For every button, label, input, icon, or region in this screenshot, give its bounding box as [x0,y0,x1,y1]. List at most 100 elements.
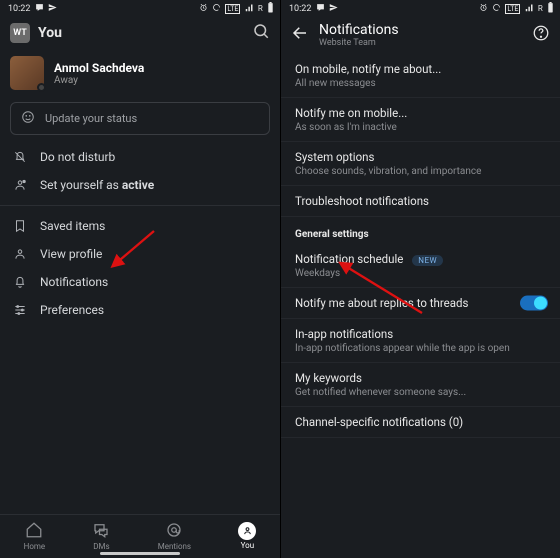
help-icon[interactable] [532,24,550,46]
menu-group-2: Saved items View profile Notifications P… [0,210,280,326]
bell-off-icon [12,150,28,164]
presence-indicator [37,83,46,92]
setting-title: System options [295,150,546,164]
profile-row[interactable]: Anmol Sachdeva Away [0,50,280,96]
nav-dms[interactable]: DMs [92,521,110,551]
clock: 10:22 [8,4,30,14]
presence-text: Away [54,75,144,86]
home-icon [24,521,46,541]
setting-subtitle: In-app notifications appear while the ap… [295,343,546,354]
nav-you[interactable]: You [238,522,256,550]
battery-icon [547,2,554,16]
page-subtitle: Website Team [319,38,399,48]
header: Notifications Website Team [281,18,560,54]
setting-title: In-app notifications [295,327,546,341]
menu-label: Preferences [40,303,104,317]
menu-label: Saved items [40,219,105,233]
setting-schedule[interactable]: Notification schedule NEW Weekdays [281,244,560,288]
setting-title: On mobile, notify me about... [295,62,546,76]
setting-title: Notify me on mobile... [295,106,546,120]
dm-icon [92,521,110,541]
menu-group-1: Do not disturb Set yourself as active [0,141,280,201]
nav-label: Home [24,542,46,551]
setting-subtitle: Get notified whenever someone says... [295,387,546,398]
section-header: General settings [281,217,560,244]
menu-label: Notifications [40,275,108,289]
signal-icon [245,3,254,15]
setting-title: My keywords [295,371,546,385]
setting-subtitle: Weekdays [295,268,546,279]
menu-saved[interactable]: Saved items [0,212,280,240]
menu-notifications[interactable]: Notifications [0,268,280,296]
bottom-nav: Home DMs Mentions You [0,514,280,558]
person-icon [12,247,28,261]
sync-icon [212,3,221,15]
send-icon [329,3,338,15]
divider [0,205,280,206]
status-bar: 10:22 LTE R [281,0,560,18]
screen-you: 10:22 LTE R WT You Anmol Sachdev [0,0,280,558]
menu-view-profile[interactable]: View profile [0,240,280,268]
alarm-icon [199,3,208,15]
nav-mentions[interactable]: Mentions [158,521,191,551]
bookmark-icon [12,219,28,233]
setting-keywords[interactable]: My keywords Get notified whenever someon… [281,363,560,407]
setting-title: Notify me about replies to threads [295,296,546,310]
nav-label: You [241,541,255,550]
menu-preferences[interactable]: Preferences [0,296,280,324]
battery-icon [267,2,274,16]
user-name: Anmol Sachdeva [54,61,144,75]
volte-icon: LTE [225,4,240,14]
toggle-on[interactable] [520,296,548,311]
workspace-badge[interactable]: WT [10,23,30,43]
setting-subtitle: All new messages [295,78,546,89]
nav-label: DMs [93,542,109,551]
setting-subtitle: Choose sounds, vibration, and importance [295,166,546,177]
smile-icon [21,110,35,127]
setting-on-mobile-notify[interactable]: On mobile, notify me about... All new me… [281,54,560,98]
volte-icon: LTE [505,4,520,14]
nav-label: Mentions [158,542,191,551]
header: WT You [0,18,280,50]
sliders-icon [12,303,28,317]
page-title: You [38,25,244,41]
new-badge: NEW [412,255,443,266]
menu-label: Do not disturb [40,150,115,164]
mention-icon [158,521,191,541]
setting-title: Channel-specific notifications (0) [295,415,546,429]
update-status-button[interactable]: Update your status [10,102,270,135]
menu-label: View profile [40,247,102,261]
nav-home[interactable]: Home [24,521,46,551]
setting-subtitle: As soon as I'm inactive [295,122,546,133]
setting-inapp[interactable]: In-app notifications In-app notification… [281,319,560,363]
gesture-bar [100,552,180,555]
menu-label: Set yourself as active [40,178,154,192]
status-placeholder: Update your status [45,112,137,125]
setting-notify-mobile[interactable]: Notify me on mobile... As soon as I'm in… [281,98,560,142]
setting-channel-specific[interactable]: Channel-specific notifications (0) [281,407,560,438]
notif-icon [35,3,44,15]
setting-title: Notification schedule NEW [295,252,546,266]
menu-dnd[interactable]: Do not disturb [0,143,280,171]
sync-icon [492,3,501,15]
back-icon[interactable] [291,24,309,46]
you-badge-icon [238,522,256,540]
alarm-icon [479,3,488,15]
bell-icon [12,275,28,289]
setting-system-options[interactable]: System options Choose sounds, vibration,… [281,142,560,186]
setting-threads[interactable]: Notify me about replies to threads [281,288,560,319]
signal-icon [525,3,534,15]
screen-notifications: 10:22 LTE R Notifications Website Team O… [280,0,560,558]
network-label: R [258,4,263,13]
clock: 10:22 [289,4,311,14]
network-label: R [538,4,543,13]
notif-icon [316,3,325,15]
avatar [10,56,44,90]
search-icon[interactable] [252,22,270,44]
setting-troubleshoot[interactable]: Troubleshoot notifications [281,186,560,217]
page-title: Notifications [319,22,399,38]
send-icon [48,3,57,15]
setting-title: Troubleshoot notifications [295,194,546,208]
status-bar: 10:22 LTE R [0,0,280,18]
menu-set-active[interactable]: Set yourself as active [0,171,280,199]
